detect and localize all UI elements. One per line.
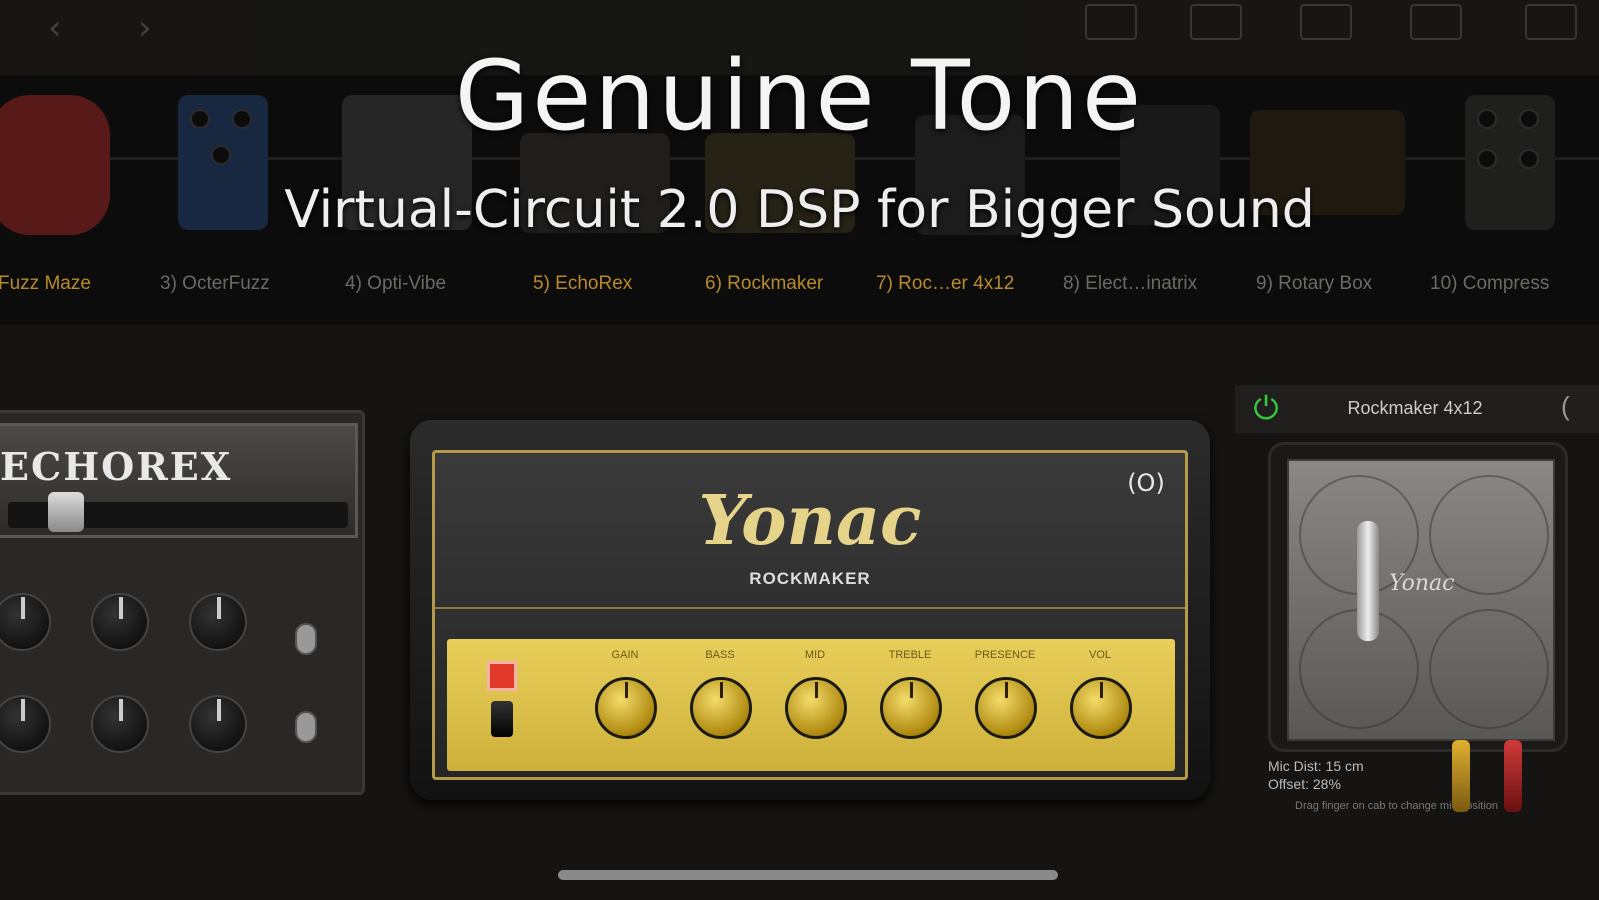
echo-unit: ECHOREX xyxy=(0,410,365,795)
slot-label[interactable]: 10) Compress xyxy=(1430,273,1549,295)
knob-label: GAIN xyxy=(611,649,639,661)
echo-slider-thumb[interactable] xyxy=(48,492,84,532)
slot-label[interactable]: 4) Opti-Vibe xyxy=(345,273,446,295)
slot-label[interactable]: Fuzz Maze xyxy=(0,273,91,295)
echo-knob[interactable] xyxy=(189,593,247,651)
tool-icon[interactable] xyxy=(1190,4,1242,40)
knob-label: MID xyxy=(804,649,826,661)
knob-presence[interactable]: PRESENCE xyxy=(965,649,1045,767)
cab-header: ⏻ Rockmaker 4x12 ( xyxy=(1235,385,1599,433)
mic-select-dynamic-icon[interactable] xyxy=(1504,740,1522,812)
home-indicator[interactable] xyxy=(558,870,1058,880)
echo-knob[interactable] xyxy=(0,593,51,651)
echo-knob[interactable] xyxy=(0,695,51,753)
knob-bass[interactable]: BASS xyxy=(680,649,760,767)
bass-knob[interactable] xyxy=(690,677,752,739)
mic-distance: Mic Dist: 15 cm xyxy=(1268,758,1364,774)
slot-label[interactable]: 7) Roc…er 4x12 xyxy=(876,273,1014,295)
mid-knob[interactable] xyxy=(785,677,847,739)
tool-icon[interactable] xyxy=(1085,4,1137,40)
promo-subtitle: Virtual-Circuit 2.0 DSP for Bigger Sound xyxy=(284,180,1315,240)
amp-control-panel: GAIN BASS MID TREBLE PRESENCE VOL xyxy=(447,639,1175,771)
speaker-cabinet[interactable]: Yonac xyxy=(1268,442,1568,752)
speaker-icon xyxy=(1429,609,1549,729)
echo-knob[interactable] xyxy=(91,695,149,753)
echo-toggle[interactable] xyxy=(295,623,317,655)
slot-label[interactable]: 6) Rockmaker xyxy=(705,273,823,295)
cab-menu-icon[interactable]: ( xyxy=(1561,391,1570,422)
echo-slider[interactable] xyxy=(8,492,348,532)
echo-knob[interactable] xyxy=(91,593,149,651)
microphone-icon[interactable] xyxy=(1357,521,1379,641)
cab-grille[interactable]: Yonac xyxy=(1287,459,1555,741)
tool-icon[interactable] xyxy=(1525,4,1577,40)
amp-power-icon[interactable]: (O) xyxy=(1125,469,1167,501)
knob-vol[interactable]: VOL xyxy=(1060,649,1140,767)
amp-brand-logo: Yonac xyxy=(698,481,922,561)
knob-label: TREBLE xyxy=(888,649,932,661)
amp-panel: Yonac ROCKMAKER (O) GAIN BASS MID TREBLE xyxy=(432,450,1188,780)
mic-select-condenser-icon[interactable] xyxy=(1452,740,1470,812)
presence-knob[interactable] xyxy=(975,677,1037,739)
mic-offset: Offset: 28% xyxy=(1268,776,1341,792)
knob-label: PRESENCE xyxy=(974,649,1036,661)
echo-logo: ECHOREX xyxy=(0,444,233,489)
echo-header: ECHOREX xyxy=(0,423,358,538)
echo-toggle[interactable] xyxy=(295,711,317,743)
knob-mid[interactable]: MID xyxy=(775,649,855,767)
gain-knob[interactable] xyxy=(595,677,657,739)
tool-icon[interactable] xyxy=(1300,4,1352,40)
standby-toggle[interactable] xyxy=(491,701,513,737)
knob-label: BASS xyxy=(705,649,735,661)
volume-knob[interactable] xyxy=(1070,677,1132,739)
slot-label[interactable]: 8) Elect…inatrix xyxy=(1063,273,1197,295)
power-icon[interactable]: ⏻ xyxy=(1247,389,1285,427)
cab-title: Rockmaker 4x12 xyxy=(1347,398,1483,418)
tool-icon[interactable] xyxy=(1410,4,1462,40)
echo-knob[interactable] xyxy=(189,695,247,753)
amp-head: Yonac ROCKMAKER (O) GAIN BASS MID TREBLE xyxy=(410,420,1210,800)
treble-knob[interactable] xyxy=(880,677,942,739)
knob-gain[interactable]: GAIN xyxy=(585,649,665,767)
promo-title: Genuine Tone xyxy=(454,40,1145,152)
amp-divider xyxy=(435,607,1185,609)
slot-label[interactable]: 9) Rotary Box xyxy=(1256,273,1372,295)
power-led-icon xyxy=(487,661,517,691)
amp-model-name: ROCKMAKER xyxy=(749,569,871,588)
knob-treble[interactable]: TREBLE xyxy=(870,649,950,767)
cab-brand-logo: Yonac xyxy=(1389,571,1455,596)
slot-label[interactable]: 5) EchoRex xyxy=(533,273,632,295)
slot-label[interactable]: 3) OcterFuzz xyxy=(160,273,270,295)
knob-label: VOL xyxy=(1088,649,1111,661)
